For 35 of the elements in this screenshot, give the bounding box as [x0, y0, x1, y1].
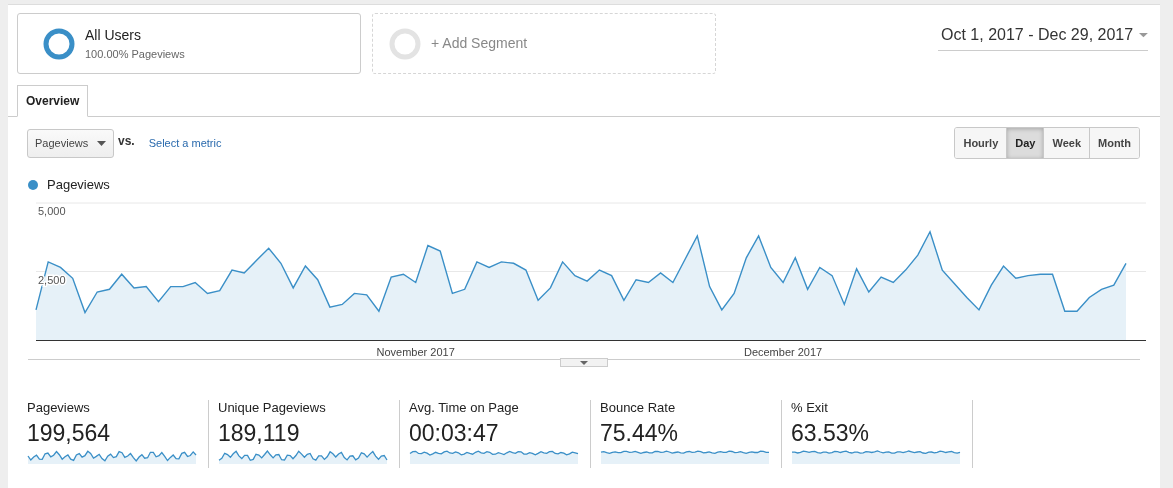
tab[interactable]: Overview: [17, 85, 89, 117]
interval-button[interactable]: Month: [1089, 128, 1139, 158]
metric-label: Avg. Time on Page: [409, 400, 520, 416]
segment-card[interactable]: All Users 100.00% Pageviews: [17, 13, 361, 74]
add-segment-card[interactable]: + Add Segment: [372, 13, 716, 74]
metric-dropdown[interactable]: Pageviews: [27, 128, 114, 158]
segment-title: All Users: [85, 25, 142, 45]
date-range-picker[interactable]: Oct 1, 2017 - Dec 29, 2017: [938, 23, 1148, 51]
select-metric-link[interactable]: Select a metric: [148, 134, 222, 152]
y-tick-label: 5,000: [38, 205, 66, 217]
metric-label: Bounce Rate: [600, 400, 677, 416]
metric-value: 63.53%: [791, 419, 870, 448]
metric-label: Unique Pageviews: [218, 400, 327, 416]
segment-subtitle: 100.00% Pageviews: [85, 46, 185, 62]
interval-button[interactable]: Day: [1006, 128, 1044, 158]
metric-value: 75.44%: [600, 419, 679, 448]
metric-value: 00:03:47: [409, 419, 500, 448]
collapse-handle[interactable]: [560, 358, 608, 367]
metric-value: 189,119: [218, 419, 301, 448]
date-range-text: Oct 1, 2017 - Dec 29, 2017: [941, 25, 1134, 45]
caret-icon: [580, 360, 588, 365]
metric-value: 199,564: [27, 419, 112, 448]
ring-icon: [389, 27, 421, 60]
caret-icon: [1139, 31, 1148, 39]
interval-button[interactable]: Hourly: [955, 128, 1007, 158]
x-tick-label: December 2017: [743, 346, 823, 358]
x-tick-label: November 2017: [376, 346, 455, 358]
interval-button[interactable]: Week: [1043, 128, 1089, 158]
ring-icon: [43, 27, 75, 60]
segment-title: + Add Segment: [431, 34, 528, 53]
legend-label: Pageviews: [47, 176, 110, 195]
metric-label: % Exit: [791, 400, 829, 416]
metric-label: Pageviews: [27, 400, 91, 416]
caret-icon: [97, 140, 106, 146]
vs-label: vs.: [118, 133, 135, 150]
